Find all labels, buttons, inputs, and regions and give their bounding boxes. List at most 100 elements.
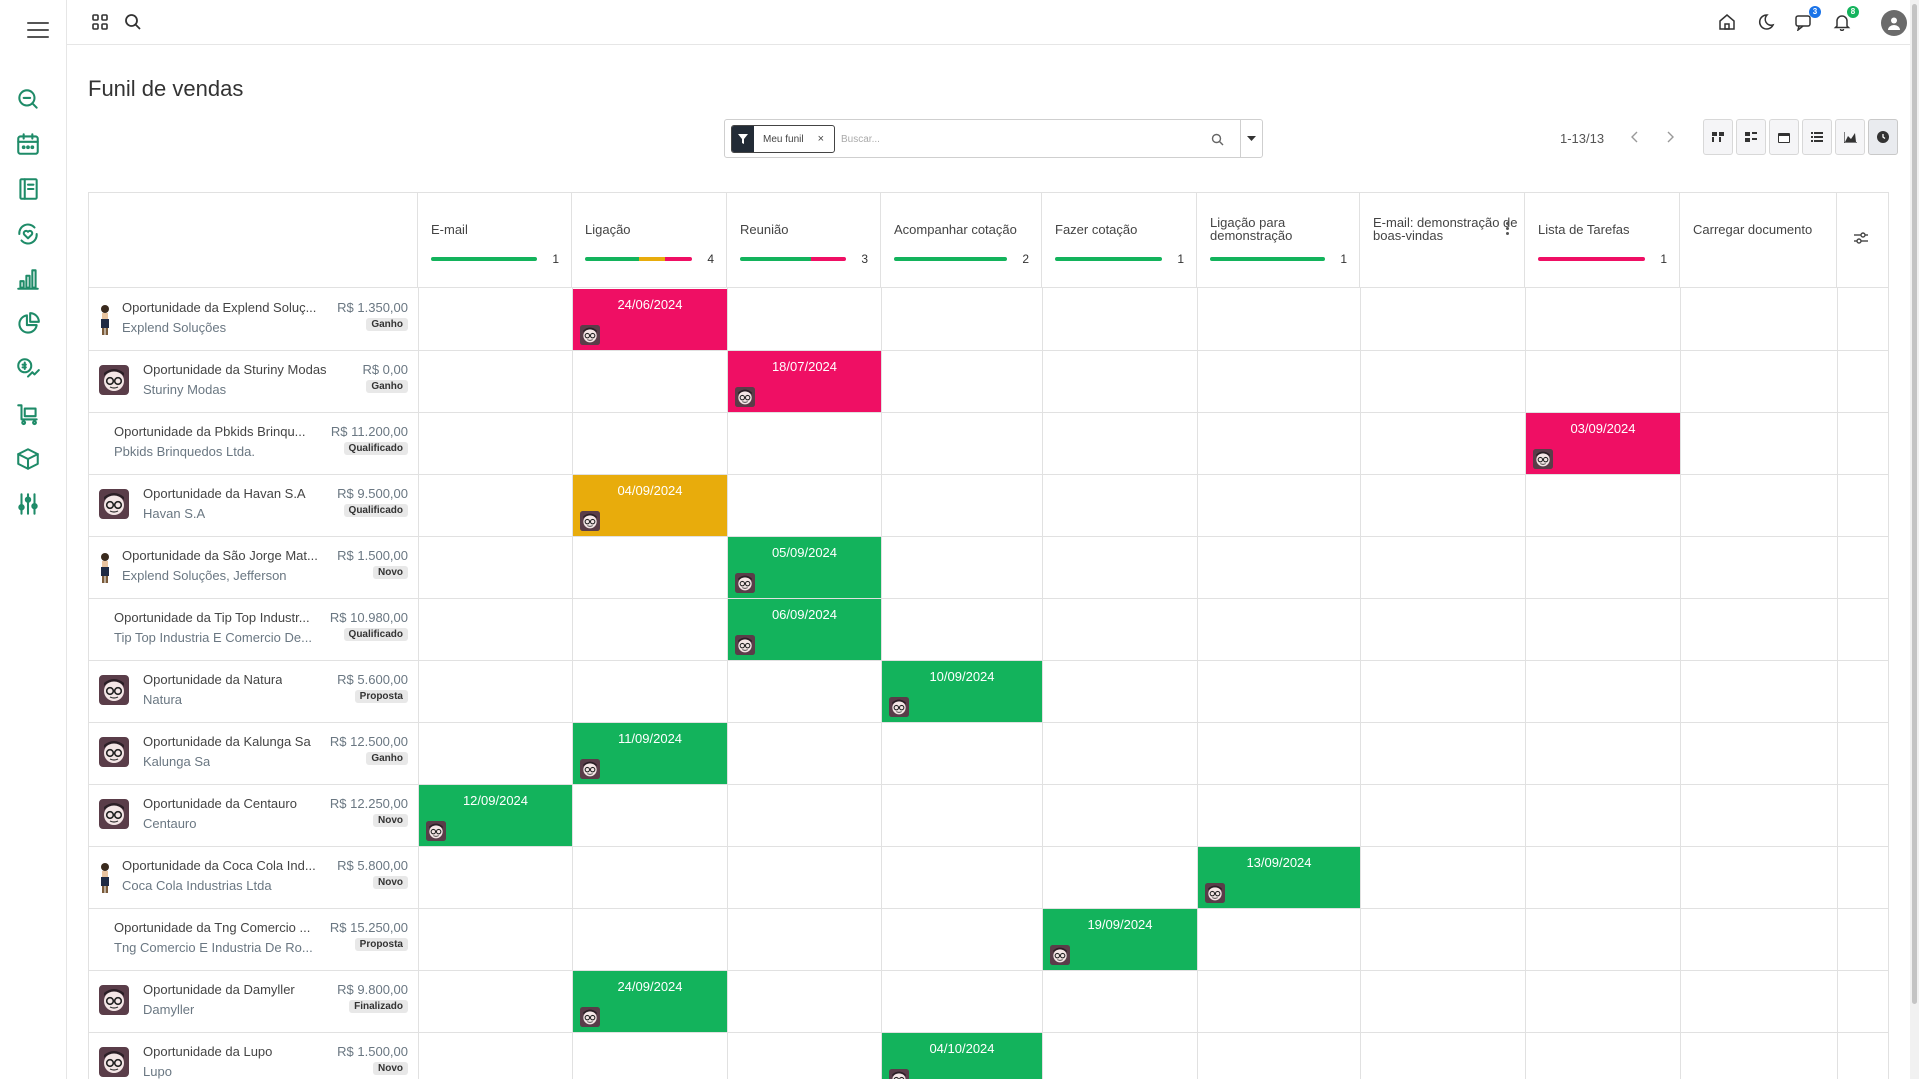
menu-icon[interactable]	[27, 22, 49, 40]
avatar	[99, 1047, 129, 1077]
search-input[interactable]	[841, 128, 1191, 150]
opportunity-name[interactable]: Oportunidade da Centauro	[143, 796, 297, 811]
opportunity-row[interactable]: Oportunidade da Pbkids Brinqu... Pbkids B…	[89, 412, 418, 474]
stage-header[interactable]: Ligação 4	[572, 193, 727, 288]
calendar-icon[interactable]	[14, 130, 42, 158]
opportunity-name[interactable]: Oportunidade da Tip Top Industr...	[114, 610, 310, 625]
activity-cell[interactable]: 18/07/2024	[728, 351, 881, 412]
opportunity-row[interactable]: Oportunidade da Havan S.A Havan S.A R$ 9.5…	[89, 474, 418, 536]
next-page-icon[interactable]	[1661, 128, 1679, 146]
opportunity-row[interactable]: Oportunidade da Natura Natura R$ 5.600,00 P…	[89, 660, 418, 722]
activity-cell[interactable]: 06/09/2024	[728, 599, 881, 660]
column-settings-icon[interactable]	[1853, 231, 1869, 250]
stage-header[interactable]: Acompanhar cotação 2	[881, 193, 1042, 288]
opportunity-row[interactable]: Oportunidade da Tip Top Industr... Tip To…	[89, 598, 418, 660]
stage-count: 1	[552, 252, 559, 266]
opportunity-name[interactable]: Oportunidade da Kalunga Sa	[143, 734, 311, 749]
opportunity-name[interactable]: Oportunidade da Tng Comercio ...	[114, 920, 310, 935]
activity-cell[interactable]: 04/10/2024	[882, 1033, 1042, 1079]
activity-cell[interactable]: 12/09/2024	[419, 785, 572, 846]
opportunity-name[interactable]: Oportunidade da Coca Cola Ind...	[122, 858, 316, 873]
assignee-avatar	[426, 821, 446, 841]
opportunity-name[interactable]: Oportunidade da Lupo	[143, 1044, 272, 1059]
opportunity-name[interactable]: Oportunidade da São Jorge Mat...	[122, 548, 318, 563]
activity-view-button[interactable]	[1868, 119, 1898, 155]
assignee-avatar	[889, 697, 909, 717]
activity-cell[interactable]: 13/09/2024	[1198, 847, 1360, 908]
stage-header[interactable]: Carregar documento	[1680, 193, 1837, 288]
scrollbar-thumb[interactable]	[1912, 4, 1917, 1004]
avatar	[99, 985, 129, 1015]
list-view-button[interactable]	[1802, 119, 1832, 155]
stage-header[interactable]: Fazer cotação 1	[1042, 193, 1197, 288]
search-icon[interactable]	[122, 11, 144, 33]
activity-grid: E-mail 1 Ligação 4 Reunião 3 Acompanhar cotaçã…	[88, 192, 1889, 1079]
search-chat-icon[interactable]	[14, 85, 42, 113]
opportunity-row[interactable]: Oportunidade da Centauro Centauro R$ 12.25…	[89, 784, 418, 846]
opportunity-row[interactable]: Oportunidade da Explend Soluç... Explend …	[89, 288, 418, 350]
filter-chip[interactable]: Meu funil ×	[731, 125, 835, 153]
opportunity-row[interactable]: Oportunidade da Coca Cola Ind... Coca Col…	[89, 846, 418, 908]
activity-cell[interactable]: 24/09/2024	[573, 971, 727, 1032]
stage-header[interactable]: E-mail 1	[418, 193, 572, 288]
opportunity-value: R$ 1.350,00	[337, 300, 408, 315]
prev-page-icon[interactable]	[1626, 128, 1644, 146]
user-avatar[interactable]	[1881, 10, 1907, 36]
opportunity-row[interactable]: Oportunidade da Lupo Lupo R$ 1.500,00 Novo	[89, 1032, 418, 1079]
activity-cell[interactable]: 10/09/2024	[882, 661, 1042, 722]
stage-header[interactable]: E-mail: demonstração de boas-vindas	[1360, 193, 1525, 288]
stage-title: Reunião	[740, 222, 789, 237]
filter-remove-button[interactable]: ×	[818, 133, 824, 145]
box-icon[interactable]	[14, 445, 42, 473]
stage-header[interactable]: Lista de Tarefas 1	[1525, 193, 1680, 288]
heart-sync-icon[interactable]	[14, 220, 42, 248]
home-icon[interactable]	[1716, 11, 1738, 33]
stage-header[interactable]: Reunião 3	[727, 193, 881, 288]
activity-date: 03/09/2024	[1570, 421, 1636, 436]
activity-cell[interactable]: 24/06/2024	[573, 289, 727, 350]
column-menu-icon[interactable]	[1506, 222, 1510, 237]
notebook-icon[interactable]	[14, 175, 42, 203]
opportunity-name[interactable]: Oportunidade da Sturiny Modas	[143, 362, 327, 377]
opportunity-row[interactable]: Oportunidade da Sturiny Modas Sturiny Mod…	[89, 350, 418, 412]
opportunity-row[interactable]: Oportunidade da Tng Comercio ... Tng Come…	[89, 908, 418, 970]
chat-icon[interactable]: 3	[1793, 6, 1821, 33]
vertical-scrollbar[interactable]	[1910, 0, 1919, 1079]
activity-cell[interactable]: 19/09/2024	[1043, 909, 1197, 970]
activity-cell[interactable]: 05/09/2024	[728, 537, 881, 598]
opportunity-name[interactable]: Oportunidade da Havan S.A	[143, 486, 306, 501]
activity-cell[interactable]: 03/09/2024	[1526, 413, 1680, 474]
avatar	[99, 675, 129, 705]
activity-cell[interactable]: 04/09/2024	[573, 475, 727, 536]
kanban-view-button[interactable]	[1703, 119, 1733, 155]
calendar-view-button[interactable]	[1769, 119, 1799, 155]
dark-mode-icon[interactable]	[1755, 11, 1777, 33]
graph-view-button[interactable]	[1835, 119, 1865, 155]
opportunity-name[interactable]: Oportunidade da Damyller	[143, 982, 295, 997]
opportunity-row[interactable]: Oportunidade da Damyller Damyller R$ 9.800…	[89, 970, 418, 1032]
money-trend-icon[interactable]	[14, 355, 42, 383]
opportunity-row[interactable]: Oportunidade da São Jorge Mat... Explend …	[89, 536, 418, 598]
bell-icon[interactable]: 8	[1831, 6, 1859, 33]
pager-text: 1-13/13	[1560, 131, 1605, 146]
search-dropdown-toggle[interactable]	[1240, 120, 1262, 157]
bar-chart-icon[interactable]	[14, 265, 42, 293]
opportunity-name[interactable]: Oportunidade da Explend Soluç...	[122, 300, 316, 315]
card-view-button[interactable]	[1736, 119, 1766, 155]
apps-grid-icon[interactable]	[89, 11, 111, 33]
stage-header[interactable]: Ligação para demonstração 1	[1197, 193, 1360, 288]
sliders-icon[interactable]	[14, 490, 42, 518]
opportunity-name[interactable]: Oportunidade da Pbkids Brinqu...	[114, 424, 306, 439]
company-name: Kalunga Sa	[143, 754, 211, 769]
opportunity-name[interactable]: Oportunidade da Natura	[143, 672, 282, 687]
cart-icon[interactable]	[14, 400, 42, 428]
company-name: Coca Cola Industrias Ltda	[122, 878, 272, 893]
search-button-icon[interactable]	[1207, 129, 1227, 149]
opportunity-row[interactable]: Oportunidade da Kalunga Sa Kalunga Sa R$ 1…	[89, 722, 418, 784]
pie-chart-icon[interactable]	[14, 310, 42, 338]
activity-cell[interactable]: 11/09/2024	[573, 723, 727, 784]
stage-title: Fazer cotação	[1055, 222, 1138, 237]
progress-segment	[894, 257, 1007, 261]
activity-date: 11/09/2024	[617, 731, 683, 746]
kanban-icon	[1712, 132, 1724, 142]
